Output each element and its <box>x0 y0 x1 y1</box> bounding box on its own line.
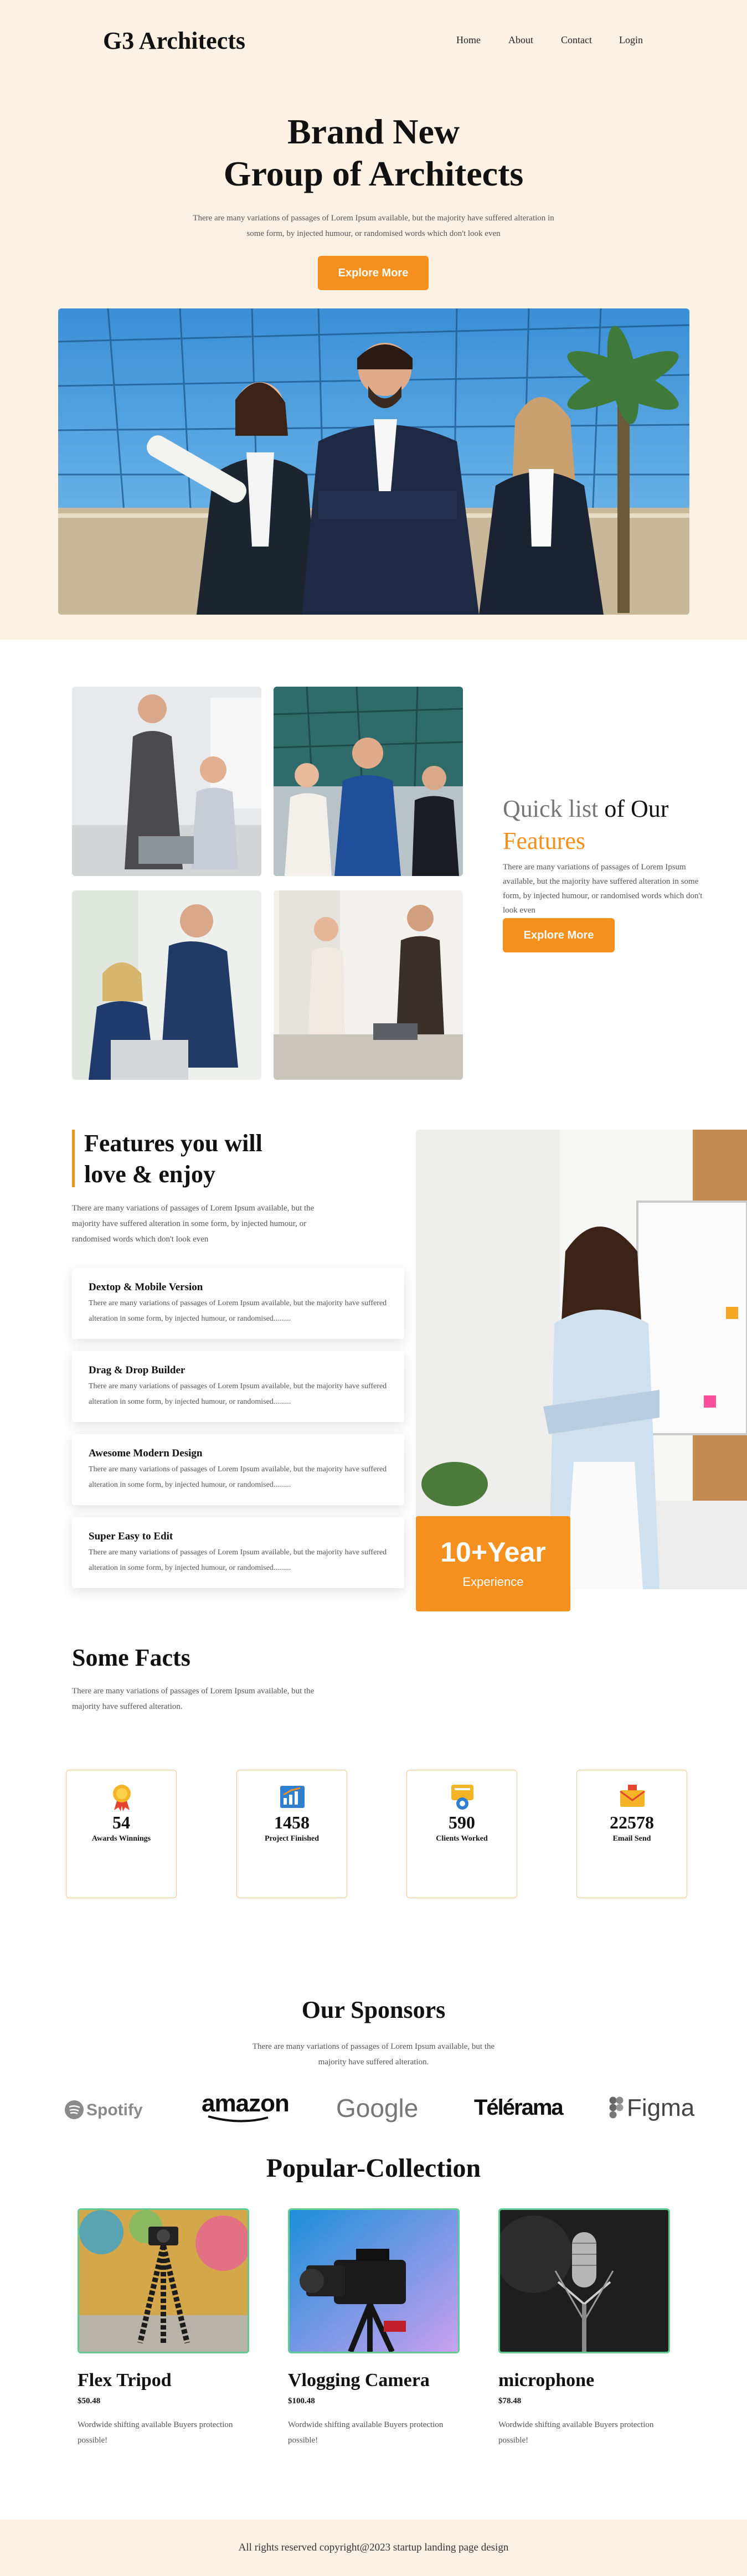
tripod-image[interactable] <box>78 2208 249 2353</box>
feature-card: Dextop & Mobile Version There are many v… <box>72 1268 404 1339</box>
features-title-line2: love & enjoy <box>84 1161 216 1188</box>
nav-home-link[interactable]: Home <box>456 34 481 46</box>
footer-copyright: All rights reserved copyright@2023 start… <box>238 2542 509 2553</box>
hero-title-line2: Group of Architects <box>223 154 524 193</box>
hero-desc-line1: There are many variations of passages of… <box>193 214 554 223</box>
sponsor-name: amazon <box>202 2090 290 2117</box>
feature-card-text: There are many variations of passages of… <box>89 1299 387 1323</box>
feature-card-title: Super Easy to Edit <box>89 1531 173 1542</box>
camera-image[interactable] <box>288 2208 460 2353</box>
features-accent-bar <box>72 1130 75 1187</box>
sponsor-name: Google <box>336 2094 419 2122</box>
fact-label: Email Send <box>612 1835 651 1843</box>
feature-card-title: Dextop & Mobile Version <box>89 1281 203 1293</box>
hero-description: There are many variations of passages of… <box>177 210 570 241</box>
fact-value: 1458 <box>274 1812 310 1832</box>
email-icon <box>618 1782 647 1811</box>
quick-explore-button[interactable]: Explore More <box>503 918 615 952</box>
telerama-logo[interactable]: Télérama <box>474 2095 564 2120</box>
feature-card-title: Awesome Modern Design <box>89 1447 203 1459</box>
award-ribbon-icon <box>107 1782 136 1811</box>
amazon-smile-icon <box>208 2115 269 2122</box>
fact-value: 590 <box>449 1812 475 1832</box>
facts-description: There are many variations of passages of… <box>72 1687 315 1711</box>
fact-value: 22578 <box>610 1812 654 1832</box>
feature-card-title: Drag & Drop Builder <box>89 1364 186 1376</box>
collection-title: Popular-Collection <box>266 2153 481 2183</box>
sponsor-name: Figma <box>627 2094 695 2121</box>
product-price: $100.48 <box>288 2397 315 2405</box>
nav-about-link[interactable]: About <box>508 34 533 46</box>
sponsors-title: Our Sponsors <box>301 1996 446 2023</box>
client-badge-icon <box>448 1782 477 1811</box>
product-card[interactable]: microphone $78.48 Wordwide shifting avai… <box>498 2208 670 2448</box>
fact-card: 22578 Email Send <box>576 1770 687 1898</box>
product-description: Wordwide shifting available Buyers prote… <box>498 2420 654 2445</box>
amazon-logo[interactable]: amazon <box>202 2090 290 2122</box>
quick-list-description: There are many variations of passages of… <box>503 863 703 915</box>
sponsors-description: There are many variations of passages of… <box>252 2042 495 2067</box>
site-footer: All rights reserved copyright@2023 start… <box>0 2520 747 2576</box>
product-card[interactable]: Vlogging Camera $100.48 Wordwide shiftin… <box>288 2208 460 2448</box>
product-description: Wordwide shifting available Buyers prote… <box>288 2420 444 2445</box>
hero-desc-line2: some form, by injected humour, or random… <box>246 229 501 238</box>
product-name[interactable]: Flex Tripod <box>78 2370 249 2391</box>
product-description: Wordwide shifting available Buyers prote… <box>78 2420 233 2445</box>
product-name[interactable]: microphone <box>498 2370 670 2391</box>
features-title-line1: Features you will <box>84 1130 262 1157</box>
features-description: There are many variations of passages of… <box>72 1204 315 1244</box>
fact-label: Awards Winnings <box>91 1835 151 1843</box>
quick-list-title: Quick list of Our Features <box>503 793 668 857</box>
feature-card: Super Easy to Edit There are many variat… <box>72 1517 404 1588</box>
landing-page: G3 Architects Home About Contact Login B… <box>0 0 747 2576</box>
quick-title-black: of Our <box>604 795 669 822</box>
feature-card-text: There are many variations of passages of… <box>89 1548 387 1572</box>
hero-team-photo <box>58 308 689 615</box>
handshake-photo <box>274 890 463 1080</box>
hero-section: G3 Architects Home About Contact Login B… <box>0 0 747 640</box>
feature-card-text: There are many variations of passages of… <box>89 1382 387 1406</box>
figma-icon <box>609 2096 624 2119</box>
fact-card: 590 Clients Worked <box>406 1770 517 1898</box>
features-title: Features you will love & enjoy <box>84 1128 262 1190</box>
hero-title-line1: Brand New <box>287 112 460 151</box>
business-team-photo <box>274 687 463 876</box>
hero-explore-button[interactable]: Explore More <box>318 256 429 290</box>
product-price: $50.48 <box>78 2397 101 2405</box>
quick-title-orange: Features <box>503 827 586 854</box>
meeting-photo <box>72 687 261 876</box>
facts-title: Some Facts <box>72 1644 190 1671</box>
feature-card: Awesome Modern Design There are many var… <box>72 1434 404 1505</box>
spotify-icon <box>65 2100 84 2119</box>
nav-login-link[interactable]: Login <box>619 34 643 46</box>
microphone-image[interactable] <box>498 2208 670 2353</box>
quick-title-gray: Quick list <box>503 795 599 822</box>
experience-label: Experience <box>462 1575 524 1589</box>
nav-contact-link[interactable]: Contact <box>561 34 592 46</box>
fact-value: 54 <box>112 1812 130 1832</box>
fact-card: 1458 Project Finished <box>236 1770 347 1898</box>
fact-card: 54 Awards Winnings <box>66 1770 177 1898</box>
chart-icon <box>278 1782 307 1811</box>
experience-badge: 10+Year Experience <box>416 1516 570 1611</box>
feature-card-text: There are many variations of passages of… <box>89 1465 387 1489</box>
product-price: $78.48 <box>498 2397 522 2405</box>
hero-title: Brand New Group of Architects <box>0 111 747 195</box>
feature-card: Drag & Drop Builder There are many varia… <box>72 1351 404 1422</box>
site-logo[interactable]: G3 Architects <box>103 27 245 55</box>
fact-label: Clients Worked <box>436 1835 488 1843</box>
product-name[interactable]: Vlogging Camera <box>288 2370 460 2391</box>
google-logo[interactable]: Google <box>336 2093 418 2123</box>
laptop-work-photo <box>72 890 261 1080</box>
experience-years: 10+Year <box>440 1537 546 1568</box>
fact-label: Project Finished <box>264 1835 320 1843</box>
product-card[interactable]: Flex Tripod $50.48 Wordwide shifting ava… <box>78 2208 249 2448</box>
sponsor-name: Télérama <box>474 2095 564 2120</box>
sponsor-name: Spotify <box>86 2101 143 2119</box>
